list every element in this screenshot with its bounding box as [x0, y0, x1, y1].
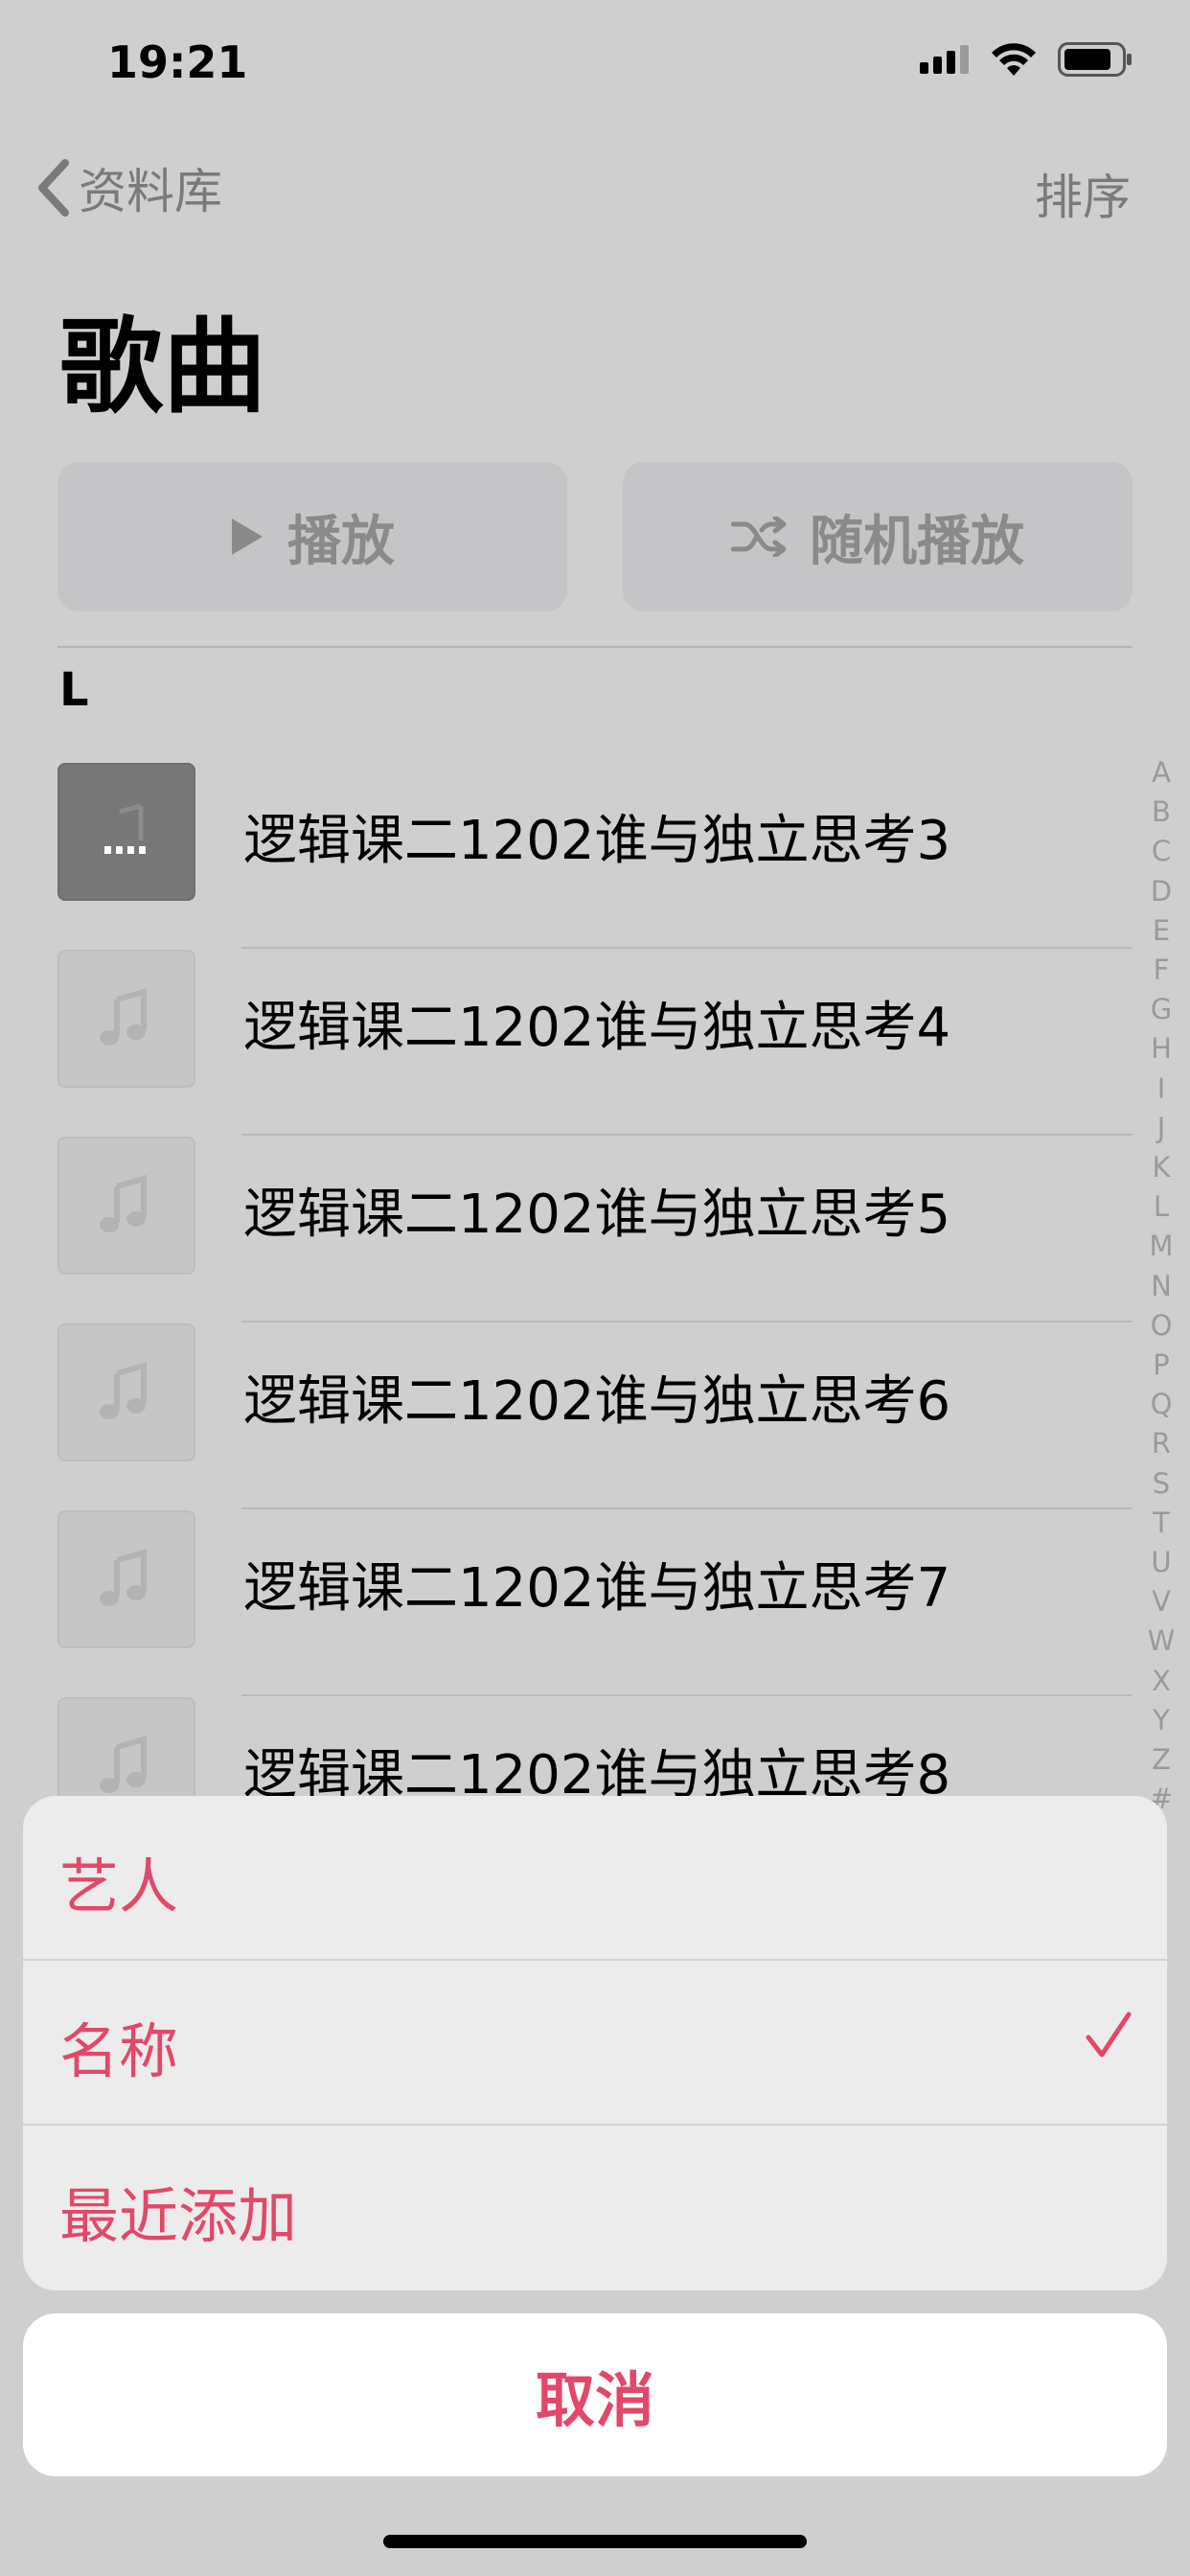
play-icon: [232, 518, 263, 555]
index-letter[interactable]: U: [1151, 1543, 1171, 1582]
shuffle-button[interactable]: 随机播放: [623, 462, 1133, 611]
song-title: 逻辑课二1202谁与独立思考4: [243, 997, 951, 1059]
song-title: 逻辑课二1202谁与独立思考5: [243, 1184, 951, 1246]
back-button[interactable]: 资料库: [34, 153, 222, 222]
index-letter[interactable]: M: [1149, 1227, 1173, 1266]
song-title: 逻辑课二1202谁与独立思考7: [243, 1557, 951, 1620]
row-divider: [241, 1694, 1133, 1696]
album-art: [57, 950, 195, 1088]
index-letter[interactable]: Q: [1151, 1385, 1173, 1424]
index-letter[interactable]: F: [1154, 951, 1170, 990]
music-note-icon: [100, 1362, 147, 1419]
checkmark-icon: [1086, 2012, 1132, 2058]
music-note-icon: [100, 988, 147, 1046]
cancel-button[interactable]: 取消: [23, 2313, 1167, 2476]
song-row[interactable]: 逻辑课二1202谁与独立思考6: [57, 1323, 1133, 1509]
shuffle-label: 随机播放: [810, 510, 1024, 573]
status-time: 19:21: [107, 36, 248, 88]
album-art: [57, 1323, 195, 1461]
index-letter[interactable]: Z: [1152, 1740, 1171, 1780]
song-row[interactable]: 逻辑课二1202谁与独立思考4: [57, 950, 1133, 1136]
music-note-icon: [100, 1175, 147, 1232]
sort-button[interactable]: 排序: [1035, 159, 1131, 228]
music-note-icon: [100, 1549, 147, 1606]
index-letter[interactable]: B: [1152, 793, 1171, 832]
index-letter[interactable]: S: [1153, 1464, 1170, 1504]
header-divider: [57, 646, 1133, 648]
index-letter[interactable]: I: [1157, 1070, 1166, 1109]
index-letter[interactable]: L: [1154, 1187, 1169, 1227]
album-art: [57, 1137, 195, 1275]
song-row[interactable]: 逻辑课二1202谁与独立思考7: [57, 1510, 1133, 1696]
song-title: 逻辑课二1202谁与独立思考6: [243, 1370, 951, 1433]
sort-option-name[interactable]: 名称: [23, 1961, 1167, 2124]
index-letter[interactable]: J: [1157, 1109, 1166, 1148]
page-title: 歌曲: [59, 308, 267, 427]
chevron-left-icon: [38, 159, 69, 217]
back-label: 资料库: [79, 164, 222, 219]
alphabet-index[interactable]: A B C D E F G H I J K L M N O P Q R S T …: [1144, 753, 1179, 1819]
index-letter[interactable]: P: [1153, 1346, 1170, 1385]
sort-action-sheet: 艺人 名称 最近添加: [23, 1796, 1167, 2290]
index-letter[interactable]: K: [1152, 1148, 1170, 1187]
section-header: L: [59, 663, 89, 717]
now-playing-icon: [104, 803, 146, 854]
index-letter[interactable]: R: [1152, 1424, 1171, 1463]
album-art: [57, 763, 195, 901]
index-letter[interactable]: G: [1151, 990, 1172, 1029]
index-letter[interactable]: H: [1151, 1029, 1172, 1069]
row-divider: [241, 1134, 1133, 1136]
index-letter[interactable]: N: [1151, 1267, 1172, 1306]
shuffle-icon: [731, 517, 787, 557]
index-letter[interactable]: V: [1152, 1582, 1171, 1622]
song-title: 逻辑课二1202谁与独立思考3: [243, 810, 951, 872]
wifi-icon: [992, 43, 1036, 76]
index-letter[interactable]: W: [1148, 1622, 1176, 1661]
index-letter[interactable]: Y: [1153, 1701, 1170, 1740]
option-label: 艺人: [59, 1852, 179, 1921]
play-label: 播放: [287, 510, 395, 573]
music-note-icon: [100, 1736, 147, 1793]
songs-screen: 19:21 资料库 排序 歌曲 播放 随机播放 L 逻辑课二1202谁与独立思考…: [0, 0, 1190, 2576]
play-button[interactable]: 播放: [57, 462, 567, 611]
option-label: 最近添加: [59, 2181, 298, 2251]
album-art: [57, 1510, 195, 1648]
index-letter[interactable]: X: [1152, 1662, 1171, 1701]
index-letter[interactable]: A: [1152, 753, 1171, 793]
index-letter[interactable]: T: [1153, 1504, 1170, 1543]
song-row[interactable]: 逻辑课二1202谁与独立思考3: [57, 763, 1133, 949]
battery-icon: [1058, 42, 1132, 77]
sort-option-recently-added[interactable]: 最近添加: [23, 2126, 1167, 2288]
index-letter[interactable]: D: [1151, 872, 1172, 911]
cellular-signal-icon: [920, 45, 969, 74]
row-divider: [241, 947, 1133, 949]
row-divider: [241, 1507, 1133, 1509]
index-letter[interactable]: C: [1152, 832, 1171, 871]
index-letter[interactable]: E: [1153, 911, 1170, 951]
song-row[interactable]: 逻辑课二1202谁与独立思考5: [57, 1137, 1133, 1322]
home-indicator[interactable]: [383, 2535, 807, 2548]
option-label: 名称: [59, 2016, 179, 2086]
status-icons: [920, 42, 1133, 77]
row-divider: [241, 1321, 1133, 1322]
index-letter[interactable]: O: [1151, 1306, 1173, 1346]
sort-option-artist[interactable]: 艺人: [23, 1796, 1167, 1959]
